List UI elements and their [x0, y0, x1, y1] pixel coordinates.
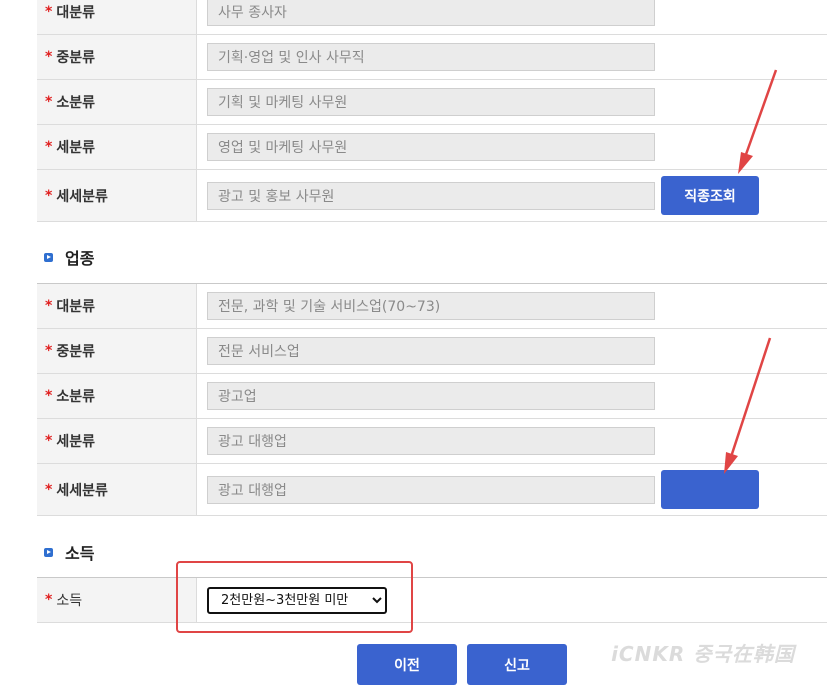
- industry-row-subdetail: * 세세분류 광고 대행업: [37, 464, 827, 516]
- job-lookup-button[interactable]: 직종조회: [661, 176, 759, 215]
- job-middle-label: 중분류: [56, 50, 95, 66]
- required-mark: *: [45, 94, 53, 110]
- industry-major-field[interactable]: 전문, 과학 및 기술 서비스업(70~73): [207, 292, 655, 320]
- industry-detail-field[interactable]: 광고 대행업: [207, 427, 655, 455]
- job-middle-field[interactable]: 기획·영업 및 인사 사무직: [207, 43, 655, 71]
- job-subdetail-field[interactable]: 광고 및 홍보 사무원: [207, 181, 655, 210]
- job-row-middle: * 중분류 기획·영업 및 인사 사무직: [37, 35, 827, 80]
- industry-row-minor: * 소분류 광고업: [37, 374, 827, 419]
- industry-section-title: 업종: [44, 245, 94, 269]
- industry-row-detail: * 세분류 광고 대행업: [37, 419, 827, 464]
- industry-middle-field[interactable]: 전문 서비스업: [207, 337, 655, 365]
- report-button[interactable]: 신고: [467, 644, 567, 685]
- income-row: * 소득 2천만원~3천만원 미만: [37, 578, 827, 623]
- industry-subdetail-label: 세세분류: [56, 482, 108, 499]
- industry-detail-label: 세분류: [56, 434, 95, 450]
- income-label: 소득: [56, 593, 83, 609]
- required-mark: *: [45, 4, 53, 20]
- required-mark: *: [45, 298, 53, 314]
- required-mark: *: [45, 187, 53, 204]
- required-mark: *: [45, 481, 53, 498]
- section-bullet-icon: [44, 547, 53, 557]
- job-detail-label: 세분류: [56, 140, 95, 156]
- required-mark: *: [45, 433, 53, 449]
- industry-row-major: * 대분류 전문, 과학 및 기술 서비스업(70~73): [37, 284, 827, 329]
- industry-minor-label: 소분류: [56, 389, 95, 405]
- prev-button[interactable]: 이전: [357, 644, 457, 685]
- income-title-text: 소득: [65, 544, 95, 563]
- required-mark: *: [45, 49, 53, 65]
- industry-major-label: 대분류: [56, 299, 95, 315]
- job-major-label: 대분류: [56, 5, 95, 21]
- required-mark: *: [45, 592, 53, 608]
- required-mark: *: [45, 139, 53, 155]
- job-table: * 대분류 사무 종사자 * 중분류 기획·영업 및 인사 사무직 * 소분류 기획 …: [37, 0, 827, 222]
- industry-lookup-button[interactable]: [661, 470, 759, 509]
- annotation-highlight-box: [176, 561, 413, 633]
- income-table: * 소득 2천만원~3천만원 미만: [37, 577, 827, 623]
- job-row-minor: * 소분류 기획 및 마케팅 사무원: [37, 80, 827, 125]
- section-bullet-icon: [44, 252, 53, 262]
- job-row-subdetail: * 세세분류 광고 및 홍보 사무원 직종조회: [37, 170, 827, 222]
- income-section-title: 소득: [44, 540, 94, 564]
- required-mark: *: [45, 343, 53, 359]
- industry-title-text: 업종: [65, 249, 95, 268]
- industry-table: * 대분류 전문, 과학 및 기술 서비스업(70~73) * 중분류 전문 서비스…: [37, 283, 827, 516]
- job-row-detail: * 세분류 영업 및 마케팅 사무원: [37, 125, 827, 170]
- required-mark: *: [45, 388, 53, 404]
- job-subdetail-label: 세세분류: [56, 188, 108, 205]
- industry-row-middle: * 중분류 전문 서비스업: [37, 329, 827, 374]
- industry-minor-field[interactable]: 광고업: [207, 382, 655, 410]
- industry-middle-label: 중분류: [56, 344, 95, 360]
- job-minor-field[interactable]: 기획 및 마케팅 사무원: [207, 88, 655, 116]
- watermark: iCNKR 중국在韩国: [611, 642, 795, 666]
- industry-subdetail-field[interactable]: 광고 대행업: [207, 475, 655, 504]
- job-detail-field[interactable]: 영업 및 마케팅 사무원: [207, 133, 655, 161]
- job-row-major: * 대분류 사무 종사자: [37, 0, 827, 35]
- job-major-field[interactable]: 사무 종사자: [207, 0, 655, 26]
- job-minor-label: 소분류: [56, 95, 95, 111]
